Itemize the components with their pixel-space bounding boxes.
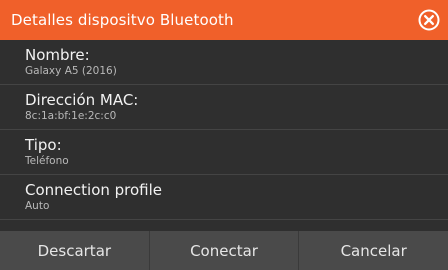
connection-profile-value: Auto bbox=[25, 200, 50, 212]
connection-profile-label: Connection profile bbox=[25, 181, 163, 199]
details-list: Nombre: Galaxy A5 (2016) Dirección MAC: … bbox=[0, 40, 448, 220]
name-label: Nombre: bbox=[25, 46, 90, 64]
row-name: Nombre: Galaxy A5 (2016) bbox=[0, 40, 448, 85]
close-button[interactable] bbox=[417, 8, 441, 32]
name-value: Galaxy A5 (2016) bbox=[25, 65, 117, 77]
cancel-button[interactable]: Cancelar bbox=[298, 231, 448, 270]
type-value: Teléfono bbox=[25, 155, 69, 167]
mac-address-value: 8c:1a:bf:1e:2c:c0 bbox=[25, 110, 117, 122]
dialog-button-bar: Descartar Conectar Cancelar bbox=[0, 231, 448, 270]
type-label: Tipo: bbox=[25, 136, 62, 154]
mac-address-label: Dirección MAC: bbox=[25, 91, 139, 109]
connect-button[interactable]: Conectar bbox=[148, 231, 299, 270]
row-mac-address: Dirección MAC: 8c:1a:bf:1e:2c:c0 bbox=[0, 85, 448, 130]
dialog-title: Detalles dispositvo Bluetooth bbox=[11, 11, 234, 29]
bluetooth-details-dialog: Detalles dispositvo Bluetooth Nombre: Ga… bbox=[0, 0, 448, 270]
dialog-titlebar: Detalles dispositvo Bluetooth bbox=[0, 0, 448, 40]
close-circle-icon bbox=[418, 9, 440, 31]
row-connection-profile[interactable]: Connection profile Auto bbox=[0, 175, 448, 220]
discard-button[interactable]: Descartar bbox=[0, 231, 149, 270]
row-type: Tipo: Teléfono bbox=[0, 130, 448, 175]
